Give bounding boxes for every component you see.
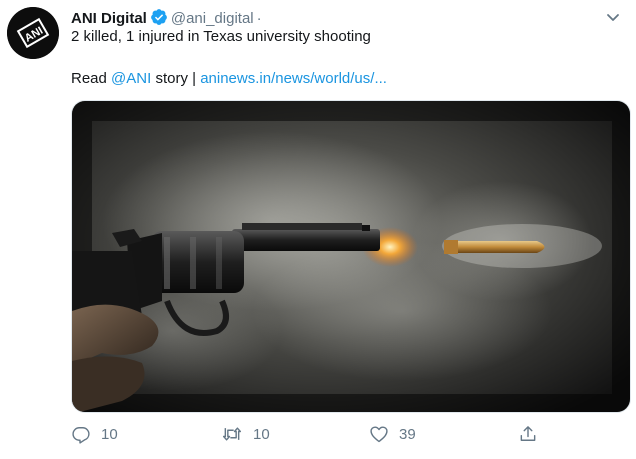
read-prefix: Read [71,70,107,87]
reply-icon [71,424,91,444]
like-count: 39 [399,425,416,443]
share-icon [518,424,538,444]
display-name[interactable]: ANI Digital [71,10,147,27]
share-button[interactable] [518,424,538,444]
like-icon [369,424,389,444]
tweet-actions: 10 10 39 [71,424,541,450]
article-link[interactable]: aninews.in/news/world/us/... [200,70,387,87]
mention-link[interactable]: @ANI [111,70,151,87]
reply-count: 10 [101,425,118,443]
avatar[interactable]: ANI [7,7,59,59]
verified-badge-icon [150,8,168,30]
user-handle[interactable]: @ani_digital [171,10,254,27]
retweet-button[interactable]: 10 [221,424,270,444]
like-button[interactable]: 39 [369,424,416,444]
tweet-read-line: Read @ANI story | aninews.in/news/world/… [71,70,387,87]
tweet-media-image[interactable] [71,100,631,413]
separator-dot: · [256,10,262,27]
retweet-count: 10 [253,425,270,443]
chevron-down-icon[interactable] [604,8,622,26]
ani-logo-icon: ANI [7,7,59,59]
tweet-text: 2 killed, 1 injured in Texas university … [71,28,371,45]
revolver-firing-image [72,101,630,412]
tweet-header: ANI Digital @ani_digital · [71,8,596,30]
story-text: story | [155,70,197,87]
reply-button[interactable]: 10 [71,424,118,444]
retweet-icon [221,424,243,444]
